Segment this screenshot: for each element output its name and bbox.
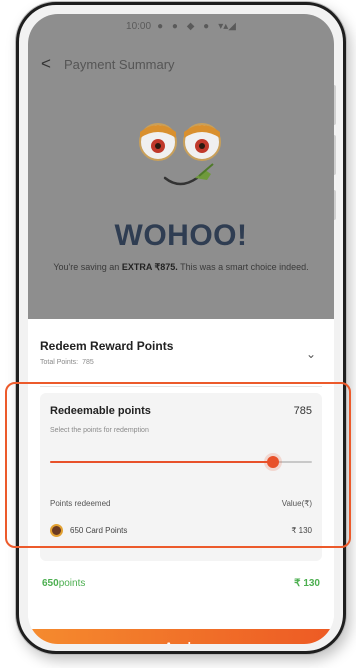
savings-message-suffix: This was a smart choice indeed. [180,262,309,272]
savings-message-prefix: You're saving an [53,262,120,272]
back-arrow-icon[interactable]: < [28,52,64,76]
redeem-reward-header[interactable]: Redeem Reward Points Total Points: 785 ⌄ [40,339,322,379]
summary-points-number: 650 [42,578,59,589]
total-points: Total Points: 785 [40,359,322,366]
savings-amount: EXTRA ₹875. [121,262,178,272]
apply-button[interactable]: Apply [28,629,334,644]
summary-points-unit: points [58,578,86,589]
headline: WOHOO! [114,219,248,252]
total-points-label: Total Points: [40,359,79,366]
signal-battery-icons: ▾▴◢ [218,20,236,32]
highlight-outline [5,382,351,548]
chevron-down-icon[interactable]: ⌄ [306,347,316,361]
phone-frame: 10:00 ● ● ◆ ● ▾▴◢ < Payment Summary WOHO… [16,2,346,654]
celebration-emoji-icon [139,123,221,186]
summary-value: ₹ 130 [294,578,320,589]
redeem-title: Redeem Reward Points [40,339,174,353]
status-time: 10:00 [126,20,152,32]
page-title: Payment Summary [64,56,175,72]
savings-message: You're saving an EXTRA ₹875. This was a … [50,261,312,273]
status-bar: 10:00 ● ● ◆ ● ▾▴◢ [28,14,334,38]
screen: 10:00 ● ● ◆ ● ▾▴◢ < Payment Summary WOHO… [28,14,334,644]
notification-icons: ● ● ◆ ● [157,20,213,32]
header: < Payment Summary [28,52,334,76]
summary-points: 650points [42,578,85,589]
points-summary: 650points ₹ 130 [28,571,334,601]
total-points-value: 785 [82,359,94,366]
